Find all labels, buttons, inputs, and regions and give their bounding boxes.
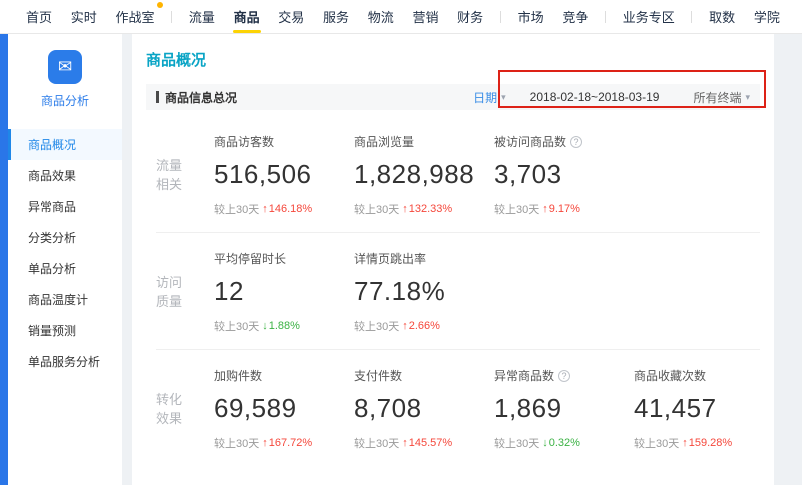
metric-value: 1,869 <box>494 393 634 424</box>
up-arrow-icon: ↑ <box>402 320 408 332</box>
page-title: 商品概况 <box>146 34 760 70</box>
date-range-value[interactable]: 2018-02-18~2018-03-19 <box>530 90 660 104</box>
metric-value: 69,589 <box>214 393 354 424</box>
metric-value: 77.18% <box>354 276 494 307</box>
nav-item-realtime[interactable]: 实时 <box>69 0 99 35</box>
metric-cart-adds: 加购件数 69,589 较上30天 ↑167.72% <box>214 367 354 451</box>
metric-product-visitors: 商品访客数 516,506 较上30天 ↑146.18% <box>214 133 354 217</box>
nav-item-home[interactable]: 首页 <box>24 0 54 35</box>
metric-value: 12 <box>214 276 354 307</box>
sidebar-section-head: ✉ 商品分析 <box>8 34 122 117</box>
chevron-down-icon: ▾ <box>745 92 750 103</box>
up-arrow-icon: ↑ <box>262 203 268 215</box>
metrics-panel: 流量相关 商品访客数 516,506 较上30天 ↑146.18% 商品浏览量 <box>146 110 760 466</box>
nav-item-service[interactable]: 服务 <box>321 0 351 35</box>
metric-compare: 较上30天 ↑159.28% <box>634 435 774 451</box>
metric-compare: 较上30天 ↑2.66% <box>354 318 494 334</box>
metric-product-pageviews: 商品浏览量 1,828,988 较上30天 ↑132.33% <box>354 133 494 217</box>
sidebar-item-abnormal-products[interactable]: 异常商品 <box>8 191 122 222</box>
nav-item-trade[interactable]: 交易 <box>276 0 306 35</box>
product-analysis-icon: ✉ <box>48 50 82 84</box>
nav-item-logistics[interactable]: 物流 <box>366 0 396 35</box>
nav-item-academy[interactable]: 学院 <box>752 0 782 35</box>
up-arrow-icon: ↑ <box>262 437 268 449</box>
nav-item-data-extract[interactable]: 取数 <box>707 0 737 35</box>
sidebar-item-category-analysis[interactable]: 分类分析 <box>8 222 122 253</box>
metric-group-conversion: 转化效果 加购件数 69,589 较上30天 ↑167.72% 支付件数 <box>156 350 760 466</box>
filter-controls: 日期 ▾ 2018-02-18~2018-03-19 所有终端 ▾ <box>473 89 750 106</box>
section-title: 商品信息总况 <box>156 89 237 106</box>
date-filter-dropdown[interactable]: 日期 ▾ <box>473 89 506 106</box>
sidebar-item-sales-forecast[interactable]: 销量预测 <box>8 315 122 346</box>
terminal-filter-dropdown[interactable]: 所有终端 ▾ <box>693 89 750 106</box>
business-advisor-app: 首页 实时 作战室 流量 商品 交易 服务 物流 营销 财务 市场 竞争 业务专… <box>0 0 802 485</box>
sidebar-item-single-product-service[interactable]: 单品服务分析 <box>8 346 122 377</box>
up-arrow-icon: ↑ <box>402 437 408 449</box>
metric-visited-products: 被访问商品数? 3,703 较上30天 ↑9.17% <box>494 133 634 217</box>
metric-group-visit-quality: 访问质量 平均停留时长 12 较上30天 ↓1.88% 详情页跳出率 <box>156 233 760 350</box>
nav-divider <box>605 11 606 23</box>
nav-item-competition[interactable]: 竞争 <box>560 0 590 35</box>
down-arrow-icon: ↓ <box>542 437 548 449</box>
up-arrow-icon: ↑ <box>402 203 408 215</box>
section-title-tick <box>156 91 159 103</box>
group-label: 转化效果 <box>156 390 186 429</box>
nav-item-market[interactable]: 市场 <box>516 0 546 35</box>
top-nav: 首页 实时 作战室 流量 商品 交易 服务 物流 营销 财务 市场 竞争 业务专… <box>0 0 802 34</box>
sidebar-section-label: 商品分析 <box>8 92 122 109</box>
metric-compare: 较上30天 ↑146.18% <box>214 201 354 217</box>
insights-panel: 7天 数据解读 流量相关解析 虽然商品访客数较上30天大幅上涨，但流量仍有提升空… <box>146 466 760 485</box>
nav-divider <box>500 11 501 23</box>
metric-compare: 较上30天 ↑167.72% <box>214 435 354 451</box>
sidebar-item-product-overview[interactable]: 商品概况 <box>8 129 122 160</box>
nav-item-business-zone[interactable]: 业务专区 <box>621 0 677 35</box>
metric-value: 1,828,988 <box>354 159 494 190</box>
sidebar-item-product-thermometer[interactable]: 商品温度计 <box>8 284 122 315</box>
metric-value: 516,506 <box>214 159 354 190</box>
new-feature-badge-icon <box>157 2 163 8</box>
metric-value: 3,703 <box>494 159 634 190</box>
metric-compare: 较上30天 ↑9.17% <box>494 201 634 217</box>
nav-item-finance[interactable]: 财务 <box>455 0 485 35</box>
up-arrow-icon: ↑ <box>542 203 548 215</box>
group-label: 访问质量 <box>156 273 186 312</box>
sidebar: ✉ 商品分析 商品概况 商品效果 异常商品 分类分析 单品分析 商品温度计 销量… <box>8 34 122 485</box>
metric-avg-stay-time: 平均停留时长 12 较上30天 ↓1.88% <box>214 250 354 334</box>
group-label: 流量相关 <box>156 156 186 195</box>
metric-compare: 较上30天 ↓1.88% <box>214 318 354 334</box>
help-icon[interactable]: ? <box>570 136 582 148</box>
nav-item-traffic[interactable]: 流量 <box>187 0 217 35</box>
sidebar-item-single-product-analysis[interactable]: 单品分析 <box>8 253 122 284</box>
up-arrow-icon: ↑ <box>682 437 688 449</box>
page-body: ✉ 商品分析 商品概况 商品效果 异常商品 分类分析 单品分析 商品温度计 销量… <box>0 34 802 485</box>
nav-item-marketing[interactable]: 营销 <box>410 0 440 35</box>
nav-divider <box>171 11 172 23</box>
section-header: 商品信息总况 日期 ▾ 2018-02-18~2018-03-19 所有终端 ▾ <box>146 84 760 110</box>
metric-abnormal-products: 异常商品数? 1,869 较上30天 ↓0.32% <box>494 367 634 451</box>
down-arrow-icon: ↓ <box>262 320 268 332</box>
metric-value: 8,708 <box>354 393 494 424</box>
nav-divider <box>691 11 692 23</box>
metric-group-traffic: 流量相关 商品访客数 516,506 较上30天 ↑146.18% 商品浏览量 <box>156 116 760 233</box>
metric-compare: 较上30天 ↑145.57% <box>354 435 494 451</box>
metric-compare: 较上30天 ↑132.33% <box>354 201 494 217</box>
left-accent-bar <box>0 34 8 485</box>
chevron-down-icon: ▾ <box>501 92 506 103</box>
metric-value: 41,457 <box>634 393 774 424</box>
metric-paid-items: 支付件数 8,708 较上30天 ↑145.57% <box>354 367 494 451</box>
main-content: 商品概况 商品信息总况 日期 ▾ 2018-02-18~2018-03-19 所… <box>132 34 774 485</box>
metric-product-favorites: 商品收藏次数 41,457 较上30天 ↑159.28% <box>634 367 774 451</box>
metric-compare: 较上30天 ↓0.32% <box>494 435 634 451</box>
sidebar-item-product-effect[interactable]: 商品效果 <box>8 160 122 191</box>
nav-item-products[interactable]: 商品 <box>232 0 262 35</box>
help-icon[interactable]: ? <box>558 370 570 382</box>
metric-detail-bounce-rate: 详情页跳出率 77.18% 较上30天 ↑2.66% <box>354 250 494 334</box>
sidebar-menu: 商品概况 商品效果 异常商品 分类分析 单品分析 商品温度计 销量预测 单品服务… <box>8 129 122 377</box>
nav-item-war-room[interactable]: 作战室 <box>113 0 156 35</box>
